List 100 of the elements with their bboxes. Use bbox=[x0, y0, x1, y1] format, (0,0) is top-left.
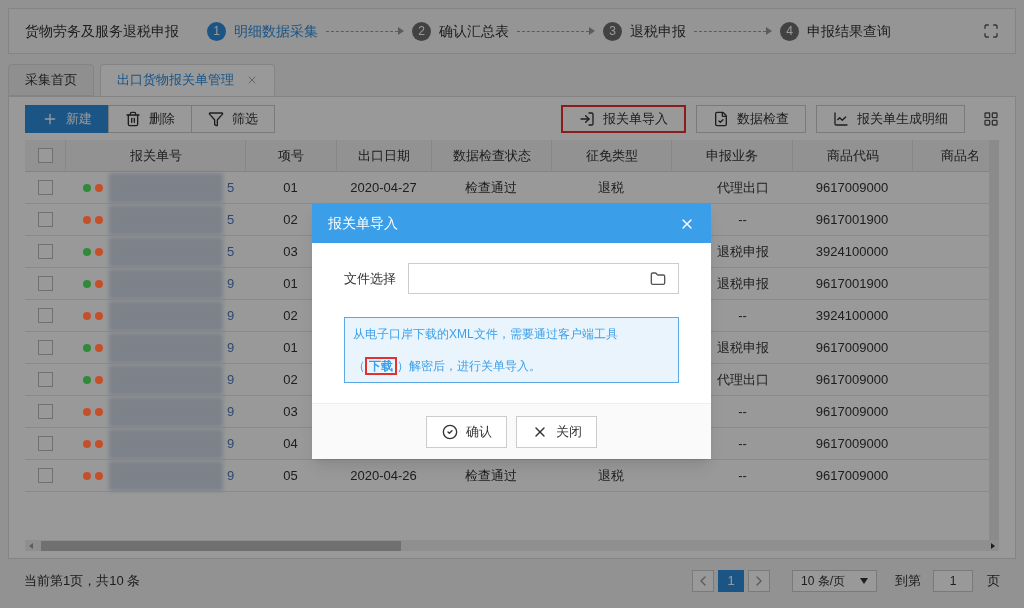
table-cell-text: -- bbox=[738, 306, 747, 325]
table-cell-text: 05 bbox=[283, 466, 298, 485]
table-cell-text: 代理出口 bbox=[716, 178, 769, 197]
new-icon bbox=[42, 111, 58, 127]
row-checkbox[interactable] bbox=[37, 340, 53, 355]
table-cell-text: 9617009000 bbox=[815, 178, 889, 197]
toolbar-button[interactable]: 新建 bbox=[25, 105, 109, 133]
column-header: 数据检查状态 bbox=[452, 146, 531, 165]
declaration-number[interactable]: 9 bbox=[227, 305, 235, 326]
step-number: 3 bbox=[603, 21, 622, 41]
toolbar-button[interactable]: 报关单导入 bbox=[561, 105, 686, 133]
column-header: 申报业务 bbox=[706, 146, 758, 165]
step-number: 2 bbox=[412, 21, 431, 41]
declaration-number[interactable]: 9 bbox=[227, 433, 235, 454]
page-size-select[interactable]: 10 条/页 bbox=[792, 570, 877, 592]
declaration-number[interactable]: 5 bbox=[227, 177, 235, 198]
table-cell-text: 9617001900 bbox=[815, 274, 889, 293]
step-number: 1 bbox=[207, 21, 226, 41]
folder-icon[interactable] bbox=[650, 270, 666, 287]
table-cell-text: 01 bbox=[283, 338, 298, 357]
declaration-number[interactable]: 9 bbox=[227, 273, 235, 294]
table-cell-text: 3924100000 bbox=[815, 242, 889, 261]
notice-text: 从电子口岸下载的XML文件，需要通过客户端工具（ 下载 ）解密后，进行关单导入。 bbox=[344, 317, 679, 383]
declaration-number[interactable]: 9 bbox=[227, 337, 235, 358]
previous-page-button[interactable] bbox=[692, 570, 714, 592]
row-checkbox[interactable] bbox=[37, 404, 53, 419]
toolbar-button[interactable]: 报关单生成明细 bbox=[816, 105, 965, 133]
column-header: 报关单号 bbox=[129, 146, 182, 165]
table-cell-text: 检查通过 bbox=[465, 178, 517, 197]
table-cell-text: 9617009000 bbox=[815, 370, 889, 389]
import-icon bbox=[579, 111, 595, 127]
declaration-number[interactable]: 5 bbox=[227, 241, 235, 262]
table-cell-text: 9617001900 bbox=[815, 210, 889, 229]
table-cell-text: 01 bbox=[283, 178, 298, 197]
table-cell-text: 代理出口 bbox=[716, 370, 769, 389]
table-cell-text: 04 bbox=[283, 434, 298, 453]
toolbar-button[interactable]: 删除 bbox=[108, 105, 192, 133]
step-label[interactable]: 确认汇总表 bbox=[439, 20, 509, 42]
table-cell-text: 检查通过 bbox=[465, 466, 517, 485]
horizontal-scrollbar[interactable] bbox=[25, 540, 999, 551]
table-cell-text: 02 bbox=[283, 306, 298, 325]
row-checkbox[interactable] bbox=[37, 468, 53, 483]
row-checkbox[interactable] bbox=[37, 180, 53, 195]
row-checkbox[interactable] bbox=[37, 276, 53, 291]
row-checkbox[interactable] bbox=[37, 244, 53, 259]
tab[interactable]: 采集首页 bbox=[8, 64, 94, 96]
goto-label: 到第 bbox=[895, 572, 921, 591]
fullscreen-icon[interactable] bbox=[983, 23, 999, 39]
page-button[interactable]: 1 bbox=[718, 570, 744, 592]
table-cell-text: 2020-04-26 bbox=[350, 466, 417, 485]
row-checkbox[interactable] bbox=[37, 308, 53, 323]
toolbar-button[interactable]: 数据检查 bbox=[696, 105, 806, 133]
table-cell-text: 退税 bbox=[598, 466, 624, 485]
column-header: 征免类型 bbox=[585, 146, 638, 165]
declaration-number[interactable]: 9 bbox=[227, 465, 235, 486]
close-icon[interactable] bbox=[246, 74, 258, 86]
row-checkbox[interactable] bbox=[37, 212, 53, 227]
scroll-left-icon[interactable] bbox=[29, 542, 33, 549]
table-cell-text: 退税 bbox=[598, 178, 624, 197]
tab[interactable]: 出口货物报关单管理 bbox=[100, 64, 275, 96]
dialog-button[interactable]: 确认 bbox=[426, 415, 507, 448]
table-cell-text: -- bbox=[738, 402, 747, 421]
table-cell-text: 02 bbox=[283, 370, 298, 389]
table-cell-text: -- bbox=[738, 434, 747, 453]
column-header: 项号 bbox=[278, 146, 304, 165]
declaration-number[interactable]: 9 bbox=[227, 401, 235, 422]
table-cell-text: 退税申报 bbox=[716, 242, 769, 261]
step-label[interactable]: 申报结果查询 bbox=[807, 20, 891, 42]
dialog-title: 报关单导入 bbox=[328, 214, 398, 233]
scroll-right-icon[interactable] bbox=[991, 542, 995, 549]
download-link[interactable]: 下载 bbox=[365, 357, 397, 375]
table-cell-text: 退税申报 bbox=[716, 338, 769, 357]
step-label[interactable]: 退税申报 bbox=[630, 20, 686, 42]
row-checkbox[interactable] bbox=[37, 436, 53, 451]
next-page-button[interactable] bbox=[748, 570, 770, 592]
select-all-checkbox[interactable] bbox=[37, 148, 53, 163]
check-icon bbox=[713, 111, 729, 127]
toolbar-button[interactable]: 筛选 bbox=[191, 105, 275, 133]
step-number: 4 bbox=[780, 21, 799, 41]
table-cell-text: 3924100000 bbox=[815, 306, 889, 325]
filter-icon bbox=[208, 111, 224, 127]
table-cell-text: 9617009000 bbox=[815, 466, 889, 485]
declaration-number[interactable]: 9 bbox=[227, 369, 235, 390]
dropdown-icon bbox=[860, 578, 868, 584]
scroll-thumb[interactable] bbox=[41, 540, 401, 551]
confirm-icon bbox=[441, 423, 458, 440]
chart-icon bbox=[833, 111, 849, 127]
declaration-number[interactable]: 5 bbox=[227, 209, 235, 230]
row-checkbox[interactable] bbox=[37, 372, 53, 387]
table-cell-text: 03 bbox=[283, 242, 298, 261]
column-header: 商品名 bbox=[941, 146, 980, 165]
table-cell-text: 9617009000 bbox=[815, 338, 889, 357]
table-cell-text: 9617009000 bbox=[815, 434, 889, 453]
goto-suffix: 页 bbox=[987, 572, 1000, 591]
columns-icon[interactable] bbox=[983, 111, 999, 127]
file-input[interactable] bbox=[408, 263, 679, 294]
table-cell-text: -- bbox=[738, 210, 747, 229]
dialog-button[interactable]: 关闭 bbox=[516, 415, 597, 448]
step-label[interactable]: 明细数据采集 bbox=[234, 20, 318, 42]
page-input[interactable]: 1 bbox=[933, 570, 973, 592]
